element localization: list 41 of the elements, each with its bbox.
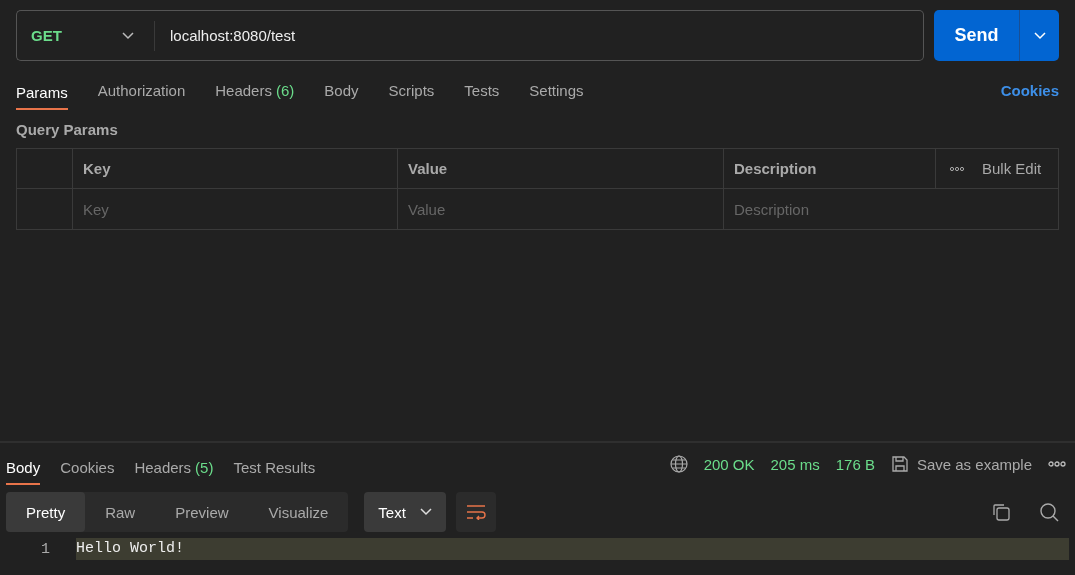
request-tab[interactable]: Body: [324, 61, 359, 119]
view-mode-tab[interactable]: Pretty: [6, 492, 86, 532]
copy-icon[interactable]: [992, 503, 1010, 521]
wrap-lines-icon: [465, 504, 486, 520]
chevron-down-icon: [419, 508, 432, 516]
response-tab[interactable]: Cookies: [60, 451, 115, 485]
view-mode-tab[interactable]: Visualize: [248, 492, 349, 532]
view-mode-tab[interactable]: Preview: [155, 492, 249, 532]
send-button[interactable]: Send: [934, 10, 1019, 61]
param-input[interactable]: Key: [73, 189, 398, 229]
column-header: Description: [724, 149, 936, 189]
globe-icon[interactable]: [669, 455, 688, 473]
response-tab[interactable]: Body: [6, 451, 41, 485]
wrap-lines-button[interactable]: [455, 492, 496, 532]
request-tab[interactable]: Authorization: [97, 61, 186, 119]
param-input[interactable]: Value: [398, 189, 724, 229]
column-header: Value: [398, 149, 724, 189]
chevron-down-icon: [1033, 31, 1046, 40]
section-title: Query Params: [16, 121, 119, 138]
line-number: 1: [40, 540, 51, 558]
column-header: Key: [73, 149, 398, 189]
request-tab[interactable]: Headers (6): [215, 61, 295, 119]
more-icon[interactable]: [950, 165, 964, 172]
save-as-example-button[interactable]: Save as example: [890, 455, 1032, 473]
more-icon[interactable]: [1048, 461, 1066, 467]
request-tab[interactable]: Tests: [464, 61, 500, 119]
response-tab[interactable]: Test Results: [233, 451, 316, 485]
request-tab[interactable]: Settings: [529, 61, 584, 119]
format-dropdown[interactable]: Text: [364, 492, 446, 532]
response-tab[interactable]: Headers (5): [134, 451, 214, 485]
save-icon: [890, 455, 909, 473]
request-tab[interactable]: Scripts: [388, 61, 435, 119]
param-input[interactable]: Description: [724, 189, 1058, 229]
cookies-link[interactable]: Cookies: [1000, 81, 1059, 99]
status-code: 200 OK: [703, 455, 755, 473]
response-size: 176 B: [835, 455, 875, 473]
search-icon[interactable]: [1040, 502, 1059, 522]
request-tab[interactable]: Params: [16, 74, 68, 110]
bulk-edit-button[interactable]: Bulk Edit: [982, 160, 1042, 177]
response-time: 205 ms: [770, 455, 820, 473]
view-mode-tab[interactable]: Raw: [85, 492, 156, 532]
